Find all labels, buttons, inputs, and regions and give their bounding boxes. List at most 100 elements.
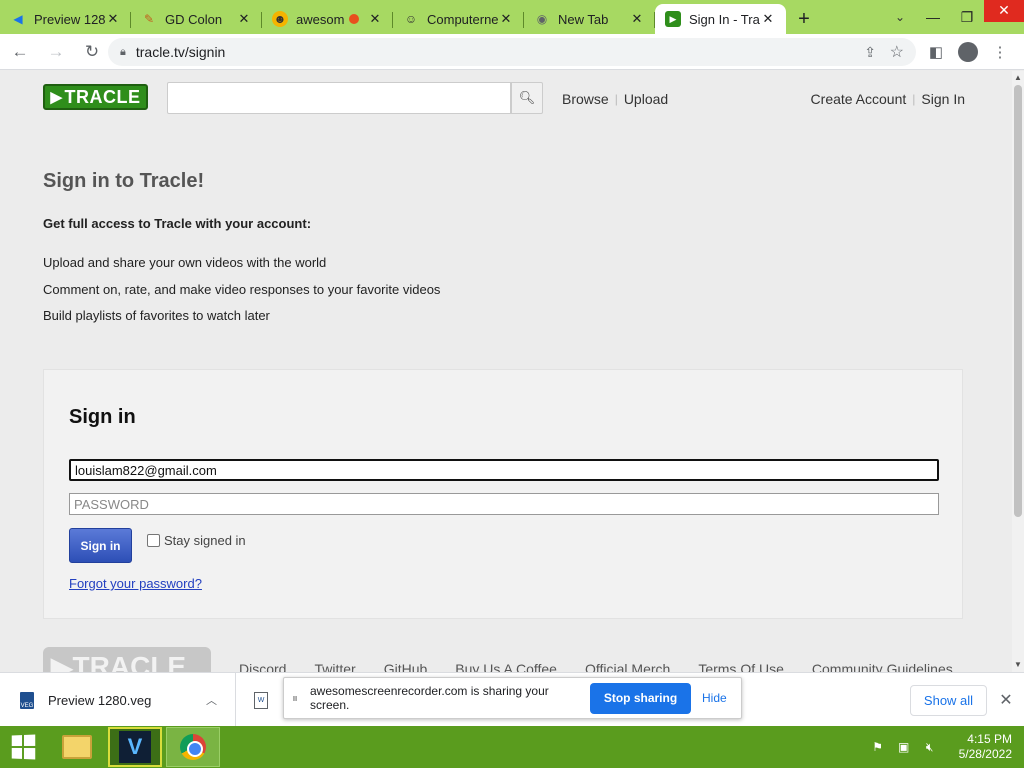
tab-title: GD Colon	[165, 11, 223, 27]
search-input[interactable]	[167, 82, 511, 114]
scroll-thumb[interactable]	[1014, 85, 1022, 517]
page-lead: Get full access to Tracle with your acco…	[43, 216, 312, 231]
tab-close-icon[interactable]: ✕	[629, 11, 645, 27]
lock-icon[interactable]: 🔒︎	[120, 46, 126, 59]
tab-close-icon[interactable]: ✕	[498, 11, 514, 27]
scroll-down-icon[interactable]: ▼	[1012, 658, 1024, 670]
download-bar-close-icon[interactable]: ✕	[996, 688, 1016, 712]
vegas-app-button[interactable]: V	[108, 727, 162, 767]
flag-icon[interactable]: ⚑	[867, 736, 889, 758]
tab-new-tab[interactable]: ◉ New Tab ✕	[524, 4, 655, 34]
tab-search-icon[interactable]: ⌄	[888, 4, 912, 30]
back-arrow-icon[interactable]: ←	[4, 36, 36, 68]
footer-logo[interactable]: ▶ TRACLE	[43, 647, 211, 672]
tab-preview[interactable]: ◀ Preview 1280 ✕	[0, 4, 131, 34]
windows-icon	[11, 734, 36, 760]
tracle-logo[interactable]: ▶ TRACLE	[43, 84, 148, 110]
tab-sign-in[interactable]: ▶ Sign In - Tra ✕	[655, 4, 786, 34]
tab-close-icon[interactable]: ✕	[367, 11, 383, 27]
bookmark-star-icon[interactable]: ☆	[890, 42, 904, 62]
share-icon[interactable]: ⇪	[864, 44, 876, 61]
tab-awesome[interactable]: ☻ awesom ✕	[262, 4, 393, 34]
volume-muted-icon[interactable]: 🔇︎	[919, 736, 941, 758]
window-close-icon[interactable]: ✕	[984, 0, 1024, 22]
search-button[interactable]: 🔍︎	[511, 82, 543, 114]
footer-link-guidelines[interactable]: Community Guidelines	[812, 661, 953, 672]
address-bar[interactable]: 🔒︎ tracle.tv/signin ⇪ ☆	[108, 38, 916, 66]
folder-icon	[62, 735, 92, 759]
search-icon: 🔍︎	[518, 90, 536, 105]
tab-close-icon[interactable]: ✕	[236, 11, 252, 27]
restore-icon[interactable]: ❐	[950, 0, 984, 34]
feature-item: Build playlists of favorites to watch la…	[43, 308, 270, 323]
tab-title: Computerne	[427, 11, 498, 27]
hide-button[interactable]: Hide	[702, 691, 727, 705]
network-icon[interactable]: ▣	[893, 736, 915, 758]
signin-title: Sign in	[69, 406, 136, 428]
stay-signed-in-checkbox[interactable]	[147, 534, 160, 547]
page-scrollbar[interactable]: ▲ ▼	[1012, 71, 1024, 672]
show-all-button[interactable]: Show all	[910, 685, 987, 716]
tab-title: awesom	[296, 11, 345, 27]
tab-close-icon[interactable]: ✕	[105, 11, 121, 27]
edge-icon: ◀	[13, 12, 23, 26]
stay-signed-in-label: Stay signed in	[164, 533, 246, 548]
footer-link-coffee[interactable]: Buy Us A Coffee	[455, 661, 557, 672]
forgot-password-link[interactable]: Forgot your password?	[69, 576, 202, 591]
feature-item: Comment on, rate, and make video respons…	[43, 282, 441, 297]
screen-share-notice: ⏸ awesomescreenrecorder.com is sharing y…	[283, 677, 742, 719]
document-file-icon[interactable]: W	[254, 692, 268, 709]
chevron-up-icon[interactable]: ︿	[206, 692, 217, 708]
footer-link-discord[interactable]: Discord	[239, 661, 286, 672]
awesome-icon: ☻	[272, 11, 288, 27]
tab-strip: ◀ Preview 1280 ✕ ✎ GD Colon ✕ ☻ awesom ✕…	[0, 0, 1024, 34]
account-nav: Create Account | Sign In	[810, 91, 965, 107]
tab-title: New Tab	[558, 11, 609, 27]
download-item[interactable]: VEG Preview 1280.veg ︿	[0, 673, 236, 727]
tab-title: Preview 1280	[34, 11, 105, 27]
tab-close-icon[interactable]: ✕	[760, 11, 776, 27]
new-tab-button[interactable]: +	[786, 4, 822, 34]
feature-item: Upload and share your own videos with th…	[43, 255, 327, 270]
password-field[interactable]	[69, 493, 939, 515]
clock[interactable]: 4:15 PM 5/28/2022	[959, 732, 1012, 762]
footer-play-icon: ▶	[51, 651, 73, 673]
drag-handle-icon[interactable]: ⏸	[292, 691, 306, 706]
file-explorer-button[interactable]	[50, 727, 104, 767]
upload-link[interactable]: Upload	[624, 91, 668, 107]
sign-in-link[interactable]: Sign In	[921, 91, 965, 107]
download-filename: Preview 1280.veg	[48, 692, 152, 708]
browse-link[interactable]: Browse	[562, 91, 609, 107]
chrome-app-button[interactable]	[166, 727, 220, 767]
create-account-link[interactable]: Create Account	[811, 91, 907, 107]
footer-link-github[interactable]: GitHub	[384, 661, 428, 672]
stay-signed-in[interactable]: Stay signed in	[147, 533, 246, 548]
minimize-icon[interactable]: —	[916, 0, 950, 34]
clock-date: 5/28/2022	[958, 747, 1012, 761]
menu-kebab-icon[interactable]: ⋮	[984, 36, 1016, 68]
footer-logo-text: TRACLE	[72, 651, 187, 672]
main-nav: Browse | Upload	[562, 91, 669, 107]
chrome-icon: ◉	[536, 12, 548, 26]
footer-link-terms[interactable]: Terms Of Use	[698, 661, 784, 672]
stop-sharing-button[interactable]: Stop sharing	[590, 682, 691, 714]
share-message: awesomescreenrecorder.com is sharing you…	[310, 684, 549, 712]
page-title: Sign in to Tracle!	[43, 170, 205, 192]
footer-links: Discord Twitter GitHub Buy Us A Coffee O…	[239, 661, 981, 672]
chrome-logo-icon	[180, 734, 206, 760]
side-panel-icon[interactable]: ◧	[920, 36, 952, 68]
profile-avatar-icon[interactable]	[958, 42, 978, 62]
signin-card: Sign in Sign in Stay signed in Forgot yo…	[43, 369, 963, 619]
sign-in-button[interactable]: Sign in	[69, 528, 132, 563]
email-field[interactable]	[69, 459, 939, 481]
page-viewport: ▶ TRACLE 🔍︎ Browse | Upload Create Accou…	[0, 71, 1012, 672]
start-button[interactable]	[0, 726, 46, 768]
footer-link-merch[interactable]: Official Merch	[585, 661, 670, 672]
browser-toolbar: ← → ↻ 🔒︎ tracle.tv/signin ⇪ ☆ ◧ ⋮	[0, 34, 1024, 70]
tab-computerne[interactable]: ☺ Computerne ✕	[393, 4, 524, 34]
reload-icon[interactable]: ↻	[76, 36, 108, 68]
scroll-up-icon[interactable]: ▲	[1012, 71, 1024, 83]
forward-arrow-icon[interactable]: →	[40, 36, 72, 68]
tab-gd-colon[interactable]: ✎ GD Colon ✕	[131, 4, 262, 34]
footer-link-twitter[interactable]: Twitter	[314, 661, 355, 672]
